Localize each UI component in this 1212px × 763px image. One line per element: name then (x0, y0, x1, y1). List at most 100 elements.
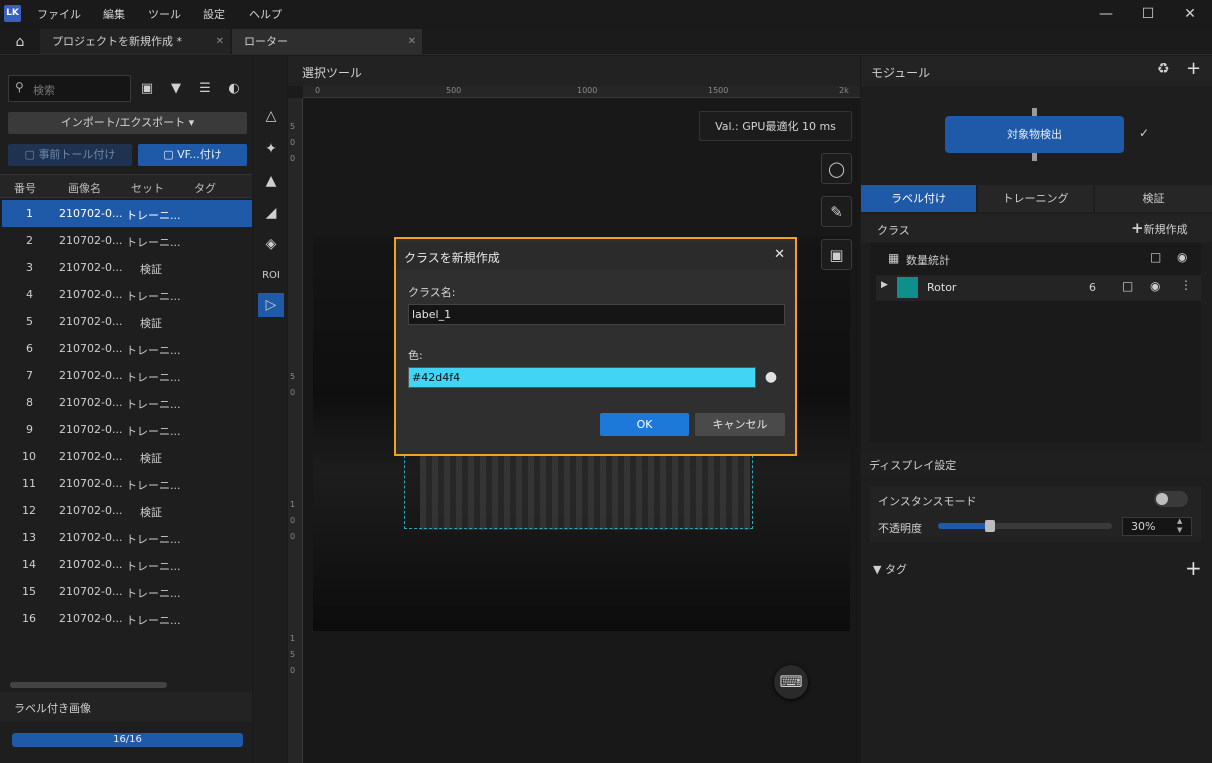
tab-new-project[interactable]: プロジェクトを新規作成 * ✕ (40, 29, 230, 54)
ok-button[interactable]: OK (600, 413, 689, 436)
expand-icon[interactable]: ▶ (881, 280, 888, 290)
pre-tool-label-button[interactable]: ▢ 事前トール付け (8, 144, 132, 166)
polygon-tool-icon[interactable]: △ (258, 104, 284, 128)
show-results-icon[interactable]: ✎ (821, 196, 852, 227)
table-row[interactable]: 5 210702-0... 検証 (2, 308, 252, 335)
table-row[interactable]: 10 210702-0... 検証 (2, 443, 252, 470)
table-row[interactable]: 4 210702-0... トレーニ... (2, 281, 252, 308)
col-image-name[interactable]: 画像名 (68, 180, 101, 196)
eraser-icon[interactable]: ◈ (258, 232, 284, 256)
horizontal-scrollbar[interactable] (10, 682, 167, 688)
row-image-name: 210702-0... (59, 423, 123, 436)
quantity-stats-label[interactable]: 数量統計 (906, 252, 950, 268)
close-tab-icon[interactable]: ✕ (408, 29, 416, 54)
search-input[interactable]: ⚲ 検索 (8, 75, 131, 102)
instance-mode-toggle[interactable] (1154, 491, 1188, 507)
vf-label-button[interactable]: ▢ VF...付け (138, 144, 247, 166)
unlock-icon[interactable]: □ (1122, 279, 1133, 293)
color-input[interactable]: #42d4f4 (408, 367, 756, 388)
ruler-tick: 0 (290, 388, 296, 397)
table-row[interactable]: 7 210702-0... トレーニ... (2, 362, 252, 389)
close-tab-icon[interactable]: ✕ (216, 29, 224, 54)
row-image-name: 210702-0... (59, 585, 123, 598)
row-number: 16 (22, 612, 36, 625)
menu-tools[interactable]: ツール (148, 6, 181, 22)
class-name: Rotor (927, 281, 957, 294)
minimize-icon[interactable]: — (1096, 4, 1116, 24)
table-row[interactable]: 15 210702-0... トレーニ... (2, 578, 252, 605)
palette-icon[interactable]: ● (762, 368, 780, 386)
show-annotations-icon[interactable]: ◯ (821, 153, 852, 184)
trash-icon[interactable]: ♻ (1157, 61, 1170, 77)
pre-tool-label-text: 事前トール付け (38, 148, 116, 161)
table-row[interactable]: 14 210702-0... トレーニ... (2, 551, 252, 578)
new-class-button[interactable]: +新規作成 (1131, 219, 1188, 237)
node-output-port (1032, 153, 1037, 161)
tab-validation[interactable]: 検証 (1095, 185, 1212, 212)
check-icon: ✓ (1139, 126, 1150, 140)
col-set[interactable]: セット (131, 180, 164, 196)
menu-file[interactable]: ファイル (37, 6, 81, 22)
class-name-label: クラス名: (408, 286, 456, 299)
cancel-button[interactable]: キャンセル (695, 413, 785, 436)
image-filter-icon[interactable]: ▣ (137, 79, 157, 99)
add-module-icon[interactable]: + (1186, 58, 1201, 79)
camera-icon[interactable]: ◐ (224, 79, 244, 99)
table-row[interactable]: 13 210702-0... トレーニ... (2, 524, 252, 551)
tab-training[interactable]: トレーニング (978, 185, 1093, 212)
class-color-swatch[interactable] (897, 277, 918, 298)
row-number: 8 (26, 396, 33, 409)
opacity-slider-fill (938, 523, 990, 529)
table-row[interactable]: 8 210702-0... トレーニ... (2, 389, 252, 416)
table-row[interactable]: 3 210702-0... 検証 (2, 254, 252, 281)
stepper-icon[interactable]: ▲ ▼ (1177, 517, 1182, 535)
home-icon[interactable]: ⌂ (10, 33, 30, 51)
col-tag[interactable]: タグ (194, 180, 216, 196)
filter-icon[interactable]: ▼ (166, 79, 186, 99)
stamp-tool-icon[interactable]: ▲ (258, 169, 284, 193)
eye-icon[interactable]: ◉ (1177, 250, 1187, 264)
row-image-name: 210702-0... (59, 558, 123, 571)
roi-tool-icon[interactable]: ROI (258, 264, 284, 288)
ruler-tick: 1500 (708, 86, 729, 95)
menu-settings[interactable]: 設定 (203, 6, 225, 22)
tab-labeling[interactable]: ラベル付け (861, 185, 976, 212)
menu-edit[interactable]: 編集 (103, 6, 125, 22)
horizontal-ruler: 0 500 1000 1500 2k (303, 86, 860, 98)
table-row[interactable]: 12 210702-0... 検証 (2, 497, 252, 524)
menu-help[interactable]: ヘルプ (249, 6, 282, 22)
table-row[interactable]: 6 210702-0... トレーニ... (2, 335, 252, 362)
opacity-slider-handle[interactable] (985, 520, 995, 532)
magic-wand-icon[interactable]: ✦ (258, 137, 284, 161)
ruler-tick: 500 (446, 86, 462, 95)
eye-icon[interactable]: ◉ (1150, 279, 1160, 293)
tag-section-toggle[interactable]: ▼ タグ (873, 561, 907, 577)
import-export-button[interactable]: インポート/エクスポート ▾ (8, 112, 247, 134)
class-header: クラス +新規作成 (861, 214, 1212, 242)
keyboard-icon[interactable]: ⌨ (774, 665, 808, 699)
table-row[interactable]: 9 210702-0... トレーニ... (2, 416, 252, 443)
ruler-tick: 5 (290, 650, 296, 659)
unlock-icon[interactable]: □ (1150, 250, 1161, 264)
object-detection-node[interactable]: 対象物検出 (945, 116, 1124, 153)
list-view-icon[interactable]: ☰ (195, 79, 215, 99)
row-number: 1 (26, 207, 33, 220)
title-bar (0, 0, 1212, 28)
row-image-name: 210702-0... (59, 369, 123, 382)
hide-mask-icon[interactable]: ▣ (821, 239, 852, 270)
tab-label: ローター (244, 35, 288, 48)
table-row[interactable]: 1 210702-0... トレーニ... (2, 200, 252, 227)
close-window-icon[interactable]: ✕ (1180, 4, 1200, 24)
add-tag-icon[interactable]: + (1185, 556, 1202, 580)
table-row[interactable]: 2 210702-0... トレーニ... (2, 227, 252, 254)
close-icon[interactable]: ✕ (774, 247, 785, 262)
select-tool-icon[interactable]: ▷ (258, 293, 284, 317)
maximize-icon[interactable]: ☐ (1138, 4, 1158, 24)
tab-rotor[interactable]: ローター ✕ (232, 29, 422, 54)
more-icon[interactable]: ⋮ (1180, 278, 1192, 292)
ruler-tool-icon[interactable]: ◢ (258, 201, 284, 225)
class-name-input[interactable]: label_1 (408, 304, 785, 325)
table-row[interactable]: 16 210702-0... トレーニ... (2, 605, 252, 632)
col-number[interactable]: 番号 (14, 180, 36, 196)
table-row[interactable]: 11 210702-0... トレーニ... (2, 470, 252, 497)
